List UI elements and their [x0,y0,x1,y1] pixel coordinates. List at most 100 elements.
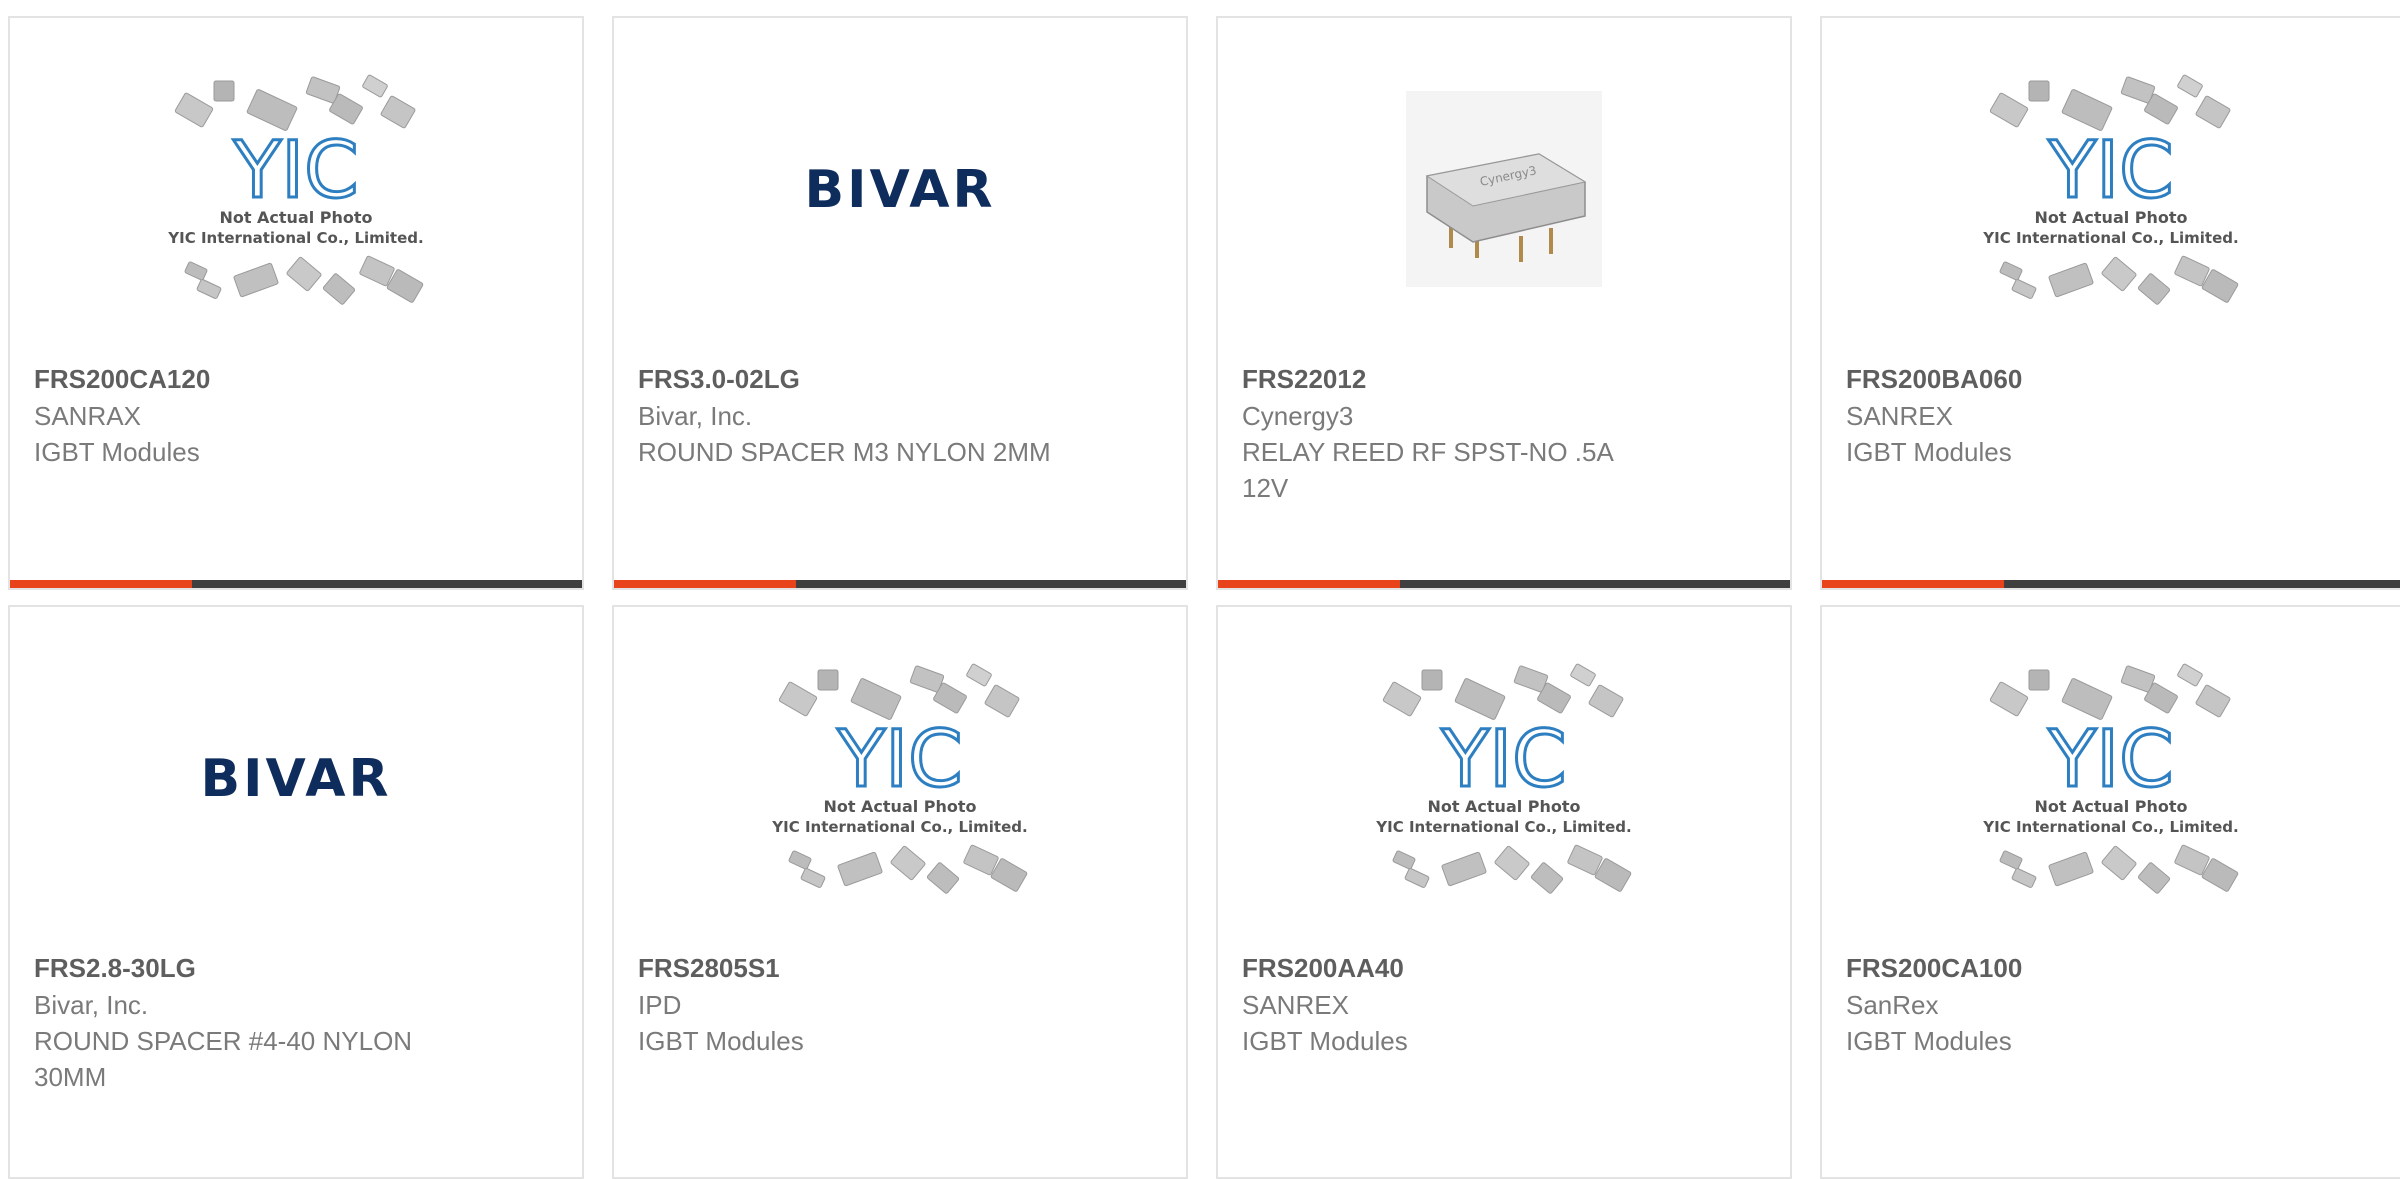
not-actual-photo-label: Not Actual Photo [1427,797,1580,816]
product-image: YIC Not Actual Photo YIC International Co.… [1822,607,2400,949]
svg-text:BIVAR: BIVAR [805,160,996,219]
chip-icon [2048,262,2094,298]
chip-icon [246,89,298,131]
part-number[interactable]: FRS3.0-02LG [638,360,1162,398]
yic-placeholder-image: YICNot Actual Photo YIC International Co.… [1982,74,2239,305]
part-number[interactable]: FRS200CA100 [1846,949,2376,987]
chip-icon [837,851,883,887]
description: IGBT Modules [34,437,200,467]
chip-icon [2195,95,2231,129]
chip-icon [322,273,356,305]
chip-icon [817,669,839,691]
chip-icon [984,684,1020,718]
product-info: FRS200CA120 SANRAX IGBT Modules [34,360,558,470]
chip-icon [2195,684,2231,718]
card-accent [614,580,796,588]
yic-placeholder-image: YICNot Actual Photo YIC International Co.… [1375,663,1632,894]
chip-icon [2061,89,2113,131]
chip-icon [184,261,208,281]
chip-icon [2174,844,2210,876]
chip-icon [926,862,960,894]
not-actual-photo-label: Not Actual Photo [219,208,372,227]
manufacturer: SANRAX [34,401,141,431]
description: ROUND SPACER M3 NYLON 2MM [638,437,1051,467]
yic-logo: YIC [232,126,358,216]
chip-icon [1441,851,1487,887]
chip-icon [1421,669,1443,691]
product-card[interactable]: YIC Not Actual Photo YIC International Co.… [8,16,584,590]
company-name-label: YIC International Co., Limited. [1982,818,2238,836]
yic-logo: YIC [836,715,962,805]
chip-icon [1382,681,1422,717]
chip-icon [1567,844,1603,876]
card-bottom-bar [614,580,1186,588]
chip-icon [1999,850,2023,870]
chip-icon [1588,684,1624,718]
chip-icon [2137,862,2171,894]
chip-icon [963,844,999,876]
relay-photo: Cynergy3 [1406,91,1602,287]
yic-placeholder-image: YICNot Actual Photo YIC International Co.… [1982,663,2239,894]
product-image: BIVAR [10,607,582,949]
chip-icon [1404,868,1430,888]
chip-icon [362,74,388,98]
product-image: Cynergy3 [1218,18,1790,360]
chip-icon [233,262,279,298]
product-card[interactable]: YIC Not Actual Photo YIC International Co.… [1820,605,2400,1179]
product-info: FRS200CA100 SanRex IGBT Modules [1846,949,2376,1059]
product-image: YIC Not Actual Photo YIC International Co.… [10,18,582,360]
product-info: FRS3.0-02LG Bivar, Inc. ROUND SPACER M3 … [638,360,1162,470]
part-number[interactable]: FRS22012 [1242,360,1766,398]
product-info: FRS2.8-30LG Bivar, Inc. ROUND SPACER #4-… [34,949,558,1095]
card-bottom-bar [1822,580,2400,588]
yic-logo: YIC [2047,715,2173,805]
description: ROUND SPACER #4-40 NYLON 30MM [34,1026,413,1092]
yic-placeholder-image: YICNot Actual Photo YIC International Co.… [167,74,424,305]
product-card[interactable]: BIVAR FRS2.8-30LG Bivar, Inc. ROUND SPAC… [8,605,584,1179]
chip-icon [1530,862,1564,894]
chip-icon [2061,678,2113,720]
card-bottom-bar [1218,580,1790,588]
bivar-logo: BIVAR [805,160,996,219]
not-actual-photo-label: Not Actual Photo [823,797,976,816]
chip-icon [359,255,395,287]
chip-icon [1392,850,1416,870]
product-card[interactable]: YIC Not Actual Photo YIC International Co.… [612,605,1188,1179]
bivar-logo: BIVAR [201,749,392,808]
product-info: FRS200AA40 SANREX IGBT Modules [1242,949,1766,1059]
manufacturer: SANREX [1846,401,1953,431]
description: RELAY REED RF SPST-NO .5A 12V [1242,437,1613,503]
product-info: FRS2805S1 IPD IGBT Modules [638,949,1162,1059]
manufacturer: IPD [638,990,682,1020]
chip-icon [1999,261,2023,281]
product-card[interactable]: BIVAR FRS3.0-02LG Bivar, Inc. ROUND SPAC… [612,16,1188,590]
product-card[interactable]: YIC Not Actual Photo YIC International Co.… [1820,16,2400,590]
product-card[interactable]: Cynergy3 FRS22012 Cynergy3 RELAY REED RF… [1216,16,1792,590]
part-number[interactable]: FRS2805S1 [638,949,1162,987]
chip-icon [2177,663,2203,687]
chip-icon [1454,678,1506,720]
chip-icon [2177,74,2203,98]
chip-icon [380,95,416,129]
chip-icon [1494,845,1530,881]
chip-icon [788,850,812,870]
part-number[interactable]: FRS200CA120 [34,360,558,398]
part-number[interactable]: FRS200AA40 [1242,949,1766,987]
part-number[interactable]: FRS2.8-30LG [34,949,558,987]
part-number[interactable]: FRS200BA060 [1846,360,2376,398]
card-accent [1218,580,1400,588]
card-accent [1822,580,2004,588]
svg-text:BIVAR: BIVAR [201,749,392,808]
product-image: BIVAR [614,18,1186,360]
chip-icon [800,868,826,888]
chip-icon [890,845,926,881]
card-bottom-bar [10,580,582,588]
chip-icon [850,678,902,720]
product-image: YIC Not Actual Photo YIC International Co.… [614,607,1186,949]
chip-icon [2174,255,2210,287]
card-accent [10,580,192,588]
product-info: FRS200BA060 SANREX IGBT Modules [1846,360,2376,470]
chip-icon [2048,851,2094,887]
product-grid: YIC Not Actual Photo YIC International Co.… [0,0,2400,1179]
product-card[interactable]: YIC Not Actual Photo YIC International Co.… [1216,605,1792,1179]
